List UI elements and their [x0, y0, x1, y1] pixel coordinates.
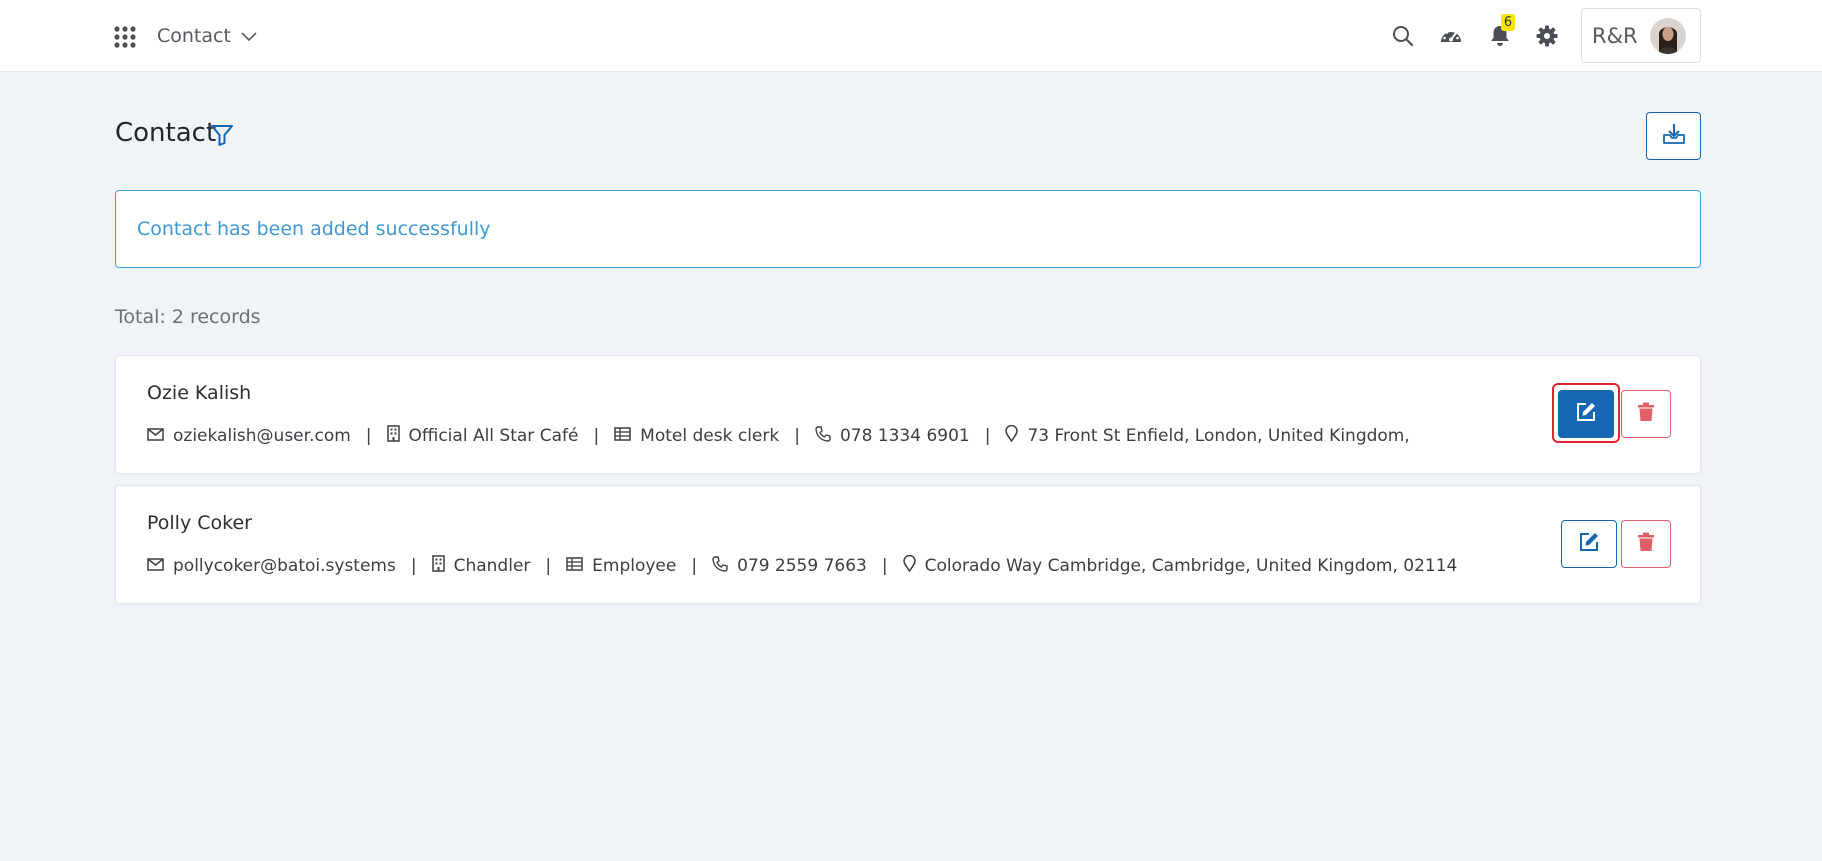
module-switcher[interactable]: Contact	[157, 22, 257, 50]
phone-icon	[712, 555, 728, 577]
success-alert-message: Contact has been added successfully	[137, 218, 491, 240]
top-bar: Contact 6 R&R	[0, 0, 1822, 72]
contact-company: Chandler	[431, 555, 531, 577]
map-pin-icon	[1005, 424, 1019, 447]
export-button[interactable]	[1646, 112, 1701, 160]
building-icon	[431, 555, 445, 577]
separator: |	[984, 426, 991, 446]
phone-icon	[815, 425, 831, 447]
dashboard-gauge-icon[interactable]	[1437, 22, 1465, 50]
contact-phone-text: 078 1334 6901	[839, 426, 970, 446]
records-total: Total: 2 records	[115, 306, 261, 328]
separator: |	[593, 426, 600, 446]
contact-job-title-text: Motel desk clerk	[640, 426, 780, 446]
contact-phone-text: 079 2559 7663	[737, 556, 867, 576]
apps-grid-icon[interactable]	[113, 25, 137, 49]
download-tray-icon	[1662, 122, 1686, 150]
contact-name: Ozie Kalish	[147, 382, 252, 404]
separator: |	[545, 556, 552, 576]
chevron-down-icon	[241, 25, 257, 47]
page-title: Contact	[115, 118, 217, 148]
user-menu[interactable]: R&R	[1581, 8, 1701, 63]
edit-button[interactable]	[1558, 390, 1614, 438]
contact-company: Official All Star Café	[386, 425, 579, 447]
filter-icon[interactable]	[210, 123, 234, 147]
contact-job-title: Employee	[566, 556, 676, 576]
contact-details: oziekalish@user.com | Official All Star …	[147, 424, 1410, 448]
contact-address: Colorado Way Cambridge, Cambridge, Unite…	[902, 554, 1458, 577]
delete-button[interactable]	[1621, 390, 1671, 438]
notification-count-badge: 6	[1501, 14, 1515, 31]
contact-card: Ozie Kalish oziekalish@user.com | Offici…	[115, 355, 1701, 474]
contact-address-text: Colorado Way Cambridge, Cambridge, Unite…	[924, 556, 1458, 576]
user-initials: R&R	[1592, 23, 1638, 48]
contact-name: Polly Coker	[147, 512, 252, 534]
separator: |	[794, 426, 800, 446]
delete-button[interactable]	[1621, 520, 1671, 568]
separator: |	[881, 556, 888, 576]
contact-email-text: pollycoker@batoi.systems	[173, 556, 396, 576]
contact-details: pollycoker@batoi.systems | Chandler | Em…	[147, 554, 1457, 578]
contact-address: 73 Front St Enfield, London, United King…	[1005, 424, 1410, 447]
edit-button[interactable]	[1561, 520, 1617, 568]
table-icon	[614, 426, 631, 446]
contact-card: Polly Coker pollycoker@batoi.systems | C…	[115, 485, 1701, 604]
search-icon[interactable]	[1389, 22, 1417, 50]
success-alert: Contact has been added successfully	[115, 190, 1701, 268]
building-icon	[386, 425, 400, 447]
table-icon	[566, 556, 583, 576]
envelope-icon	[147, 426, 164, 446]
contact-email: pollycoker@batoi.systems	[147, 556, 396, 576]
trash-icon	[1637, 532, 1655, 556]
map-pin-icon	[902, 554, 916, 577]
contact-job-title-text: Employee	[592, 556, 677, 576]
envelope-icon	[147, 556, 164, 576]
notifications-bell-icon[interactable]: 6	[1486, 14, 1515, 50]
trash-icon	[1637, 402, 1655, 426]
contact-phone: 078 1334 6901	[815, 425, 970, 447]
edit-icon	[1575, 401, 1597, 427]
settings-gear-icon[interactable]	[1533, 22, 1561, 50]
contact-company-text: Official All Star Café	[408, 426, 579, 446]
separator: |	[410, 556, 417, 576]
contact-company-text: Chandler	[453, 556, 531, 576]
contact-email: oziekalish@user.com	[147, 426, 351, 446]
avatar	[1649, 17, 1686, 54]
contact-address-text: 73 Front St Enfield, London, United King…	[1027, 426, 1410, 446]
contact-email-text: oziekalish@user.com	[173, 426, 351, 446]
contact-job-title: Motel desk clerk	[614, 426, 779, 446]
separator: |	[365, 426, 372, 446]
module-switcher-label: Contact	[157, 25, 231, 47]
edit-icon	[1578, 531, 1600, 557]
separator: |	[691, 556, 698, 576]
contact-phone: 079 2559 7663	[712, 555, 867, 577]
